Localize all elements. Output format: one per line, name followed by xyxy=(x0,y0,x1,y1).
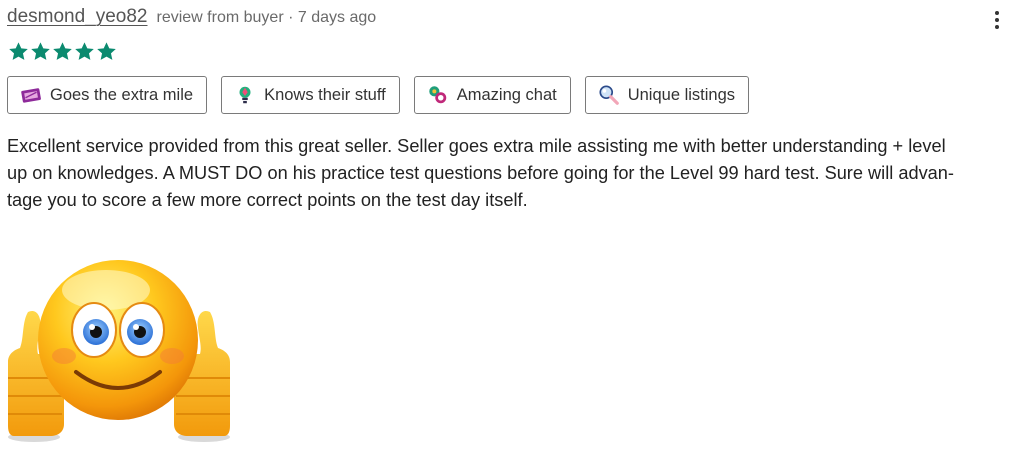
review-text-line: up on knowledges. A MUST DO on his pract… xyxy=(7,163,954,183)
tag-knows-their-stuff[interactable]: Knows their stuff xyxy=(221,76,400,114)
review-text-line: tage you to score a few more correct poi… xyxy=(7,190,528,210)
star-icon xyxy=(9,42,28,60)
review-text-line: Excellent service provided from this gre… xyxy=(7,136,946,156)
tag-label: Amazing chat xyxy=(456,85,557,104)
star-icon xyxy=(75,42,94,60)
star-icon xyxy=(97,42,116,60)
star-rating xyxy=(8,41,117,62)
review-text: Excellent service provided from this gre… xyxy=(7,133,1007,214)
star-icon xyxy=(53,42,72,60)
tag-label: Goes the extra mile xyxy=(50,85,194,104)
tag-unique-listings[interactable]: Unique listings xyxy=(584,76,750,114)
review-tags: Goes the extra mile Knows their stuff Am… xyxy=(7,76,763,114)
thumbs-up-smiley-image xyxy=(8,260,230,442)
lightbulb-icon xyxy=(239,86,251,104)
magnifier-icon xyxy=(599,85,619,105)
review-header: desmond_yeo82 review from buyer · 7 days… xyxy=(7,6,376,28)
ticket-icon xyxy=(21,88,41,103)
review-meta: review from buyer · 7 days ago xyxy=(156,9,377,26)
chat-icon xyxy=(429,86,446,104)
kebab-menu-icon[interactable] xyxy=(986,8,1008,34)
tag-label: Unique listings xyxy=(627,85,736,104)
tag-goes-the-extra-mile[interactable]: Goes the extra mile xyxy=(7,76,208,114)
star-icon xyxy=(31,42,50,60)
tag-amazing-chat[interactable]: Amazing chat xyxy=(413,76,571,114)
tag-label: Knows their stuff xyxy=(264,85,386,104)
reviewer-username-link[interactable]: desmond_yeo82 xyxy=(7,6,148,28)
